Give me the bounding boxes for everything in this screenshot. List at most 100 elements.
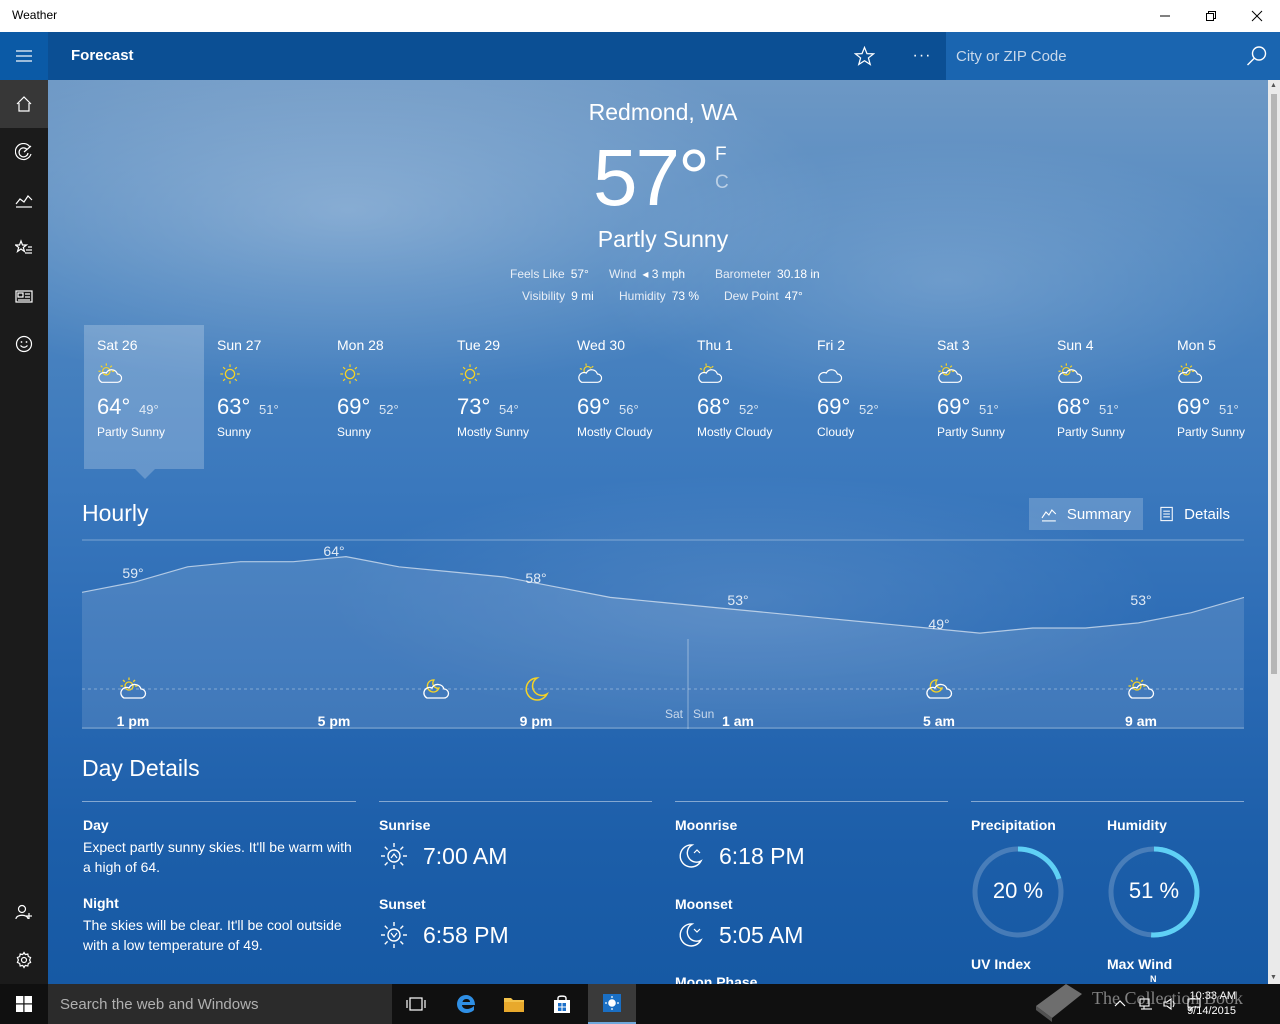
weather-app-button[interactable]	[588, 984, 636, 1024]
day-tile-5[interactable]: Thu 1 68° 52° Mostly Cloudy	[684, 325, 804, 469]
day-condition: Partly Sunny	[937, 425, 1006, 439]
summary-toggle[interactable]: Summary	[1029, 498, 1143, 530]
moonrise-label: Moonrise	[675, 817, 738, 833]
day-tile-3[interactable]: Tue 29 73° 54° Mostly Sunny	[444, 325, 564, 469]
day-high: 69°	[337, 394, 371, 419]
watermark: The Collection Book	[1030, 976, 1270, 1024]
nav-news[interactable]	[0, 272, 48, 320]
unit-fahrenheit-toggle[interactable]: F	[715, 144, 727, 166]
sun-icon	[603, 994, 621, 1012]
day-details-title: Day Details	[82, 755, 200, 781]
search-input[interactable]	[956, 44, 1236, 68]
star-list-icon	[15, 239, 32, 254]
divider	[971, 801, 1244, 802]
day-low: 52°	[739, 402, 759, 417]
divider	[82, 801, 356, 802]
day-tile-8[interactable]: Sun 4 68° 51° Partly Sunny	[1044, 325, 1164, 469]
day-low: 51°	[1219, 402, 1239, 417]
moonset-label: Moonset	[675, 896, 733, 912]
day-name: Wed 30	[577, 337, 625, 353]
day-tile-2[interactable]: Mon 28 69° 52° Sunny	[324, 325, 444, 469]
location-name: Redmond, WA	[588, 99, 738, 125]
day-tile-0[interactable]: Sat 26 64° 49° Partly Sunny	[84, 325, 204, 469]
more-button[interactable]: ···	[906, 44, 938, 68]
edge-icon	[457, 995, 475, 1013]
day-high: 68°	[1057, 394, 1091, 419]
scroll-up-arrow-icon[interactable]: ▲	[1270, 82, 1278, 90]
nav-life[interactable]	[0, 320, 48, 368]
taskbar-search-input[interactable]	[60, 994, 380, 1014]
scrollbar-thumb[interactable]	[1271, 94, 1277, 674]
hamburger-button[interactable]	[0, 32, 48, 80]
day-condition: Cloudy	[817, 425, 855, 439]
edge-app-button[interactable]	[442, 984, 490, 1024]
hourly-title: Hourly	[82, 500, 149, 526]
nav-historical[interactable]	[0, 176, 48, 224]
day-name: Mon 5	[1177, 337, 1216, 353]
stat-barometer: Barometer 30.18 in	[715, 267, 820, 281]
partly-sunny-icon	[1177, 362, 1203, 386]
nav-maps[interactable]	[0, 128, 48, 176]
app-header: Forecast ···	[48, 32, 1280, 80]
day-tile-9[interactable]: Mon 5 69° 51° Partly Sunny	[1164, 325, 1268, 469]
day-tile-4[interactable]: Wed 30 69° 56° Mostly Cloudy	[564, 325, 684, 469]
day-name: Sat 26	[97, 337, 138, 353]
restore-icon	[1206, 11, 1216, 21]
day-condition: Mostly Cloudy	[697, 425, 773, 439]
divider	[379, 801, 652, 802]
minimize-button[interactable]	[1142, 0, 1188, 32]
scrollbar[interactable]: ▲ ▼	[1268, 80, 1280, 984]
divider	[675, 801, 948, 802]
day-text: Expect partly sunny skies. It'll be warm…	[83, 839, 352, 875]
account-button[interactable]	[0, 888, 48, 936]
sunset-label: Sunset	[379, 896, 426, 912]
sunset-icon	[381, 922, 407, 948]
day-high: 69°	[1177, 394, 1211, 419]
folder-icon	[504, 998, 524, 1012]
scroll-down-arrow-icon[interactable]: ▼	[1270, 974, 1278, 982]
favorite-button[interactable]	[848, 44, 880, 68]
hourly-time-label: 9 am	[1125, 713, 1157, 729]
day-high: 73°	[457, 394, 491, 419]
search-icon[interactable]	[1246, 45, 1268, 67]
current-condition: Partly Sunny	[597, 226, 729, 252]
details-toggle[interactable]: Details	[1147, 498, 1242, 530]
day-tile-6[interactable]: Fri 2 69° 52° Cloudy	[804, 325, 924, 469]
mostly-cloudy-icon	[697, 362, 723, 386]
star-icon	[853, 45, 875, 66]
unit-celsius-toggle[interactable]: C	[715, 172, 729, 194]
nav-places[interactable]	[0, 224, 48, 272]
task-view-icon	[406, 997, 426, 1011]
day-name: Mon 28	[337, 337, 384, 353]
close-button[interactable]	[1234, 0, 1280, 32]
day-condition: Mostly Cloudy	[577, 425, 653, 439]
day-tile-1[interactable]: Sun 27 63° 51° Sunny	[204, 325, 324, 469]
store-app-button[interactable]	[538, 984, 586, 1024]
day-high: 69°	[817, 394, 851, 419]
day-tile-7[interactable]: Sat 3 69° 51° Partly Sunny	[924, 325, 1044, 469]
minimize-icon	[1160, 15, 1170, 17]
night-label: Night	[83, 895, 119, 911]
person-add-icon	[15, 904, 32, 920]
forecast-content: Redmond, WA 57° F C Partly Sunny Feels L…	[48, 80, 1268, 984]
file-explorer-button[interactable]	[490, 984, 538, 1024]
settings-button[interactable]	[0, 936, 48, 984]
hourly-time-label: 9 pm	[519, 713, 553, 729]
restore-button[interactable]	[1188, 0, 1234, 32]
moonrise-icon	[679, 844, 703, 868]
title-bar: Weather	[0, 0, 1280, 32]
window-title: Weather	[12, 8, 58, 22]
start-button[interactable]	[0, 984, 48, 1024]
task-view-button[interactable]	[392, 984, 440, 1024]
nav-forecast[interactable]	[0, 80, 48, 128]
chart-icon	[15, 195, 33, 208]
day-name: Tue 29	[457, 337, 501, 353]
page-title: Forecast	[71, 47, 134, 64]
hamburger-icon	[16, 50, 32, 62]
day-high: 69°	[937, 394, 971, 419]
night-text: The skies will be clear. It'll be cool o…	[83, 917, 342, 953]
hourly-temp-label: 49°	[928, 616, 949, 632]
moonset-time: 5:05 AM	[719, 922, 804, 948]
chart-icon	[1041, 509, 1057, 522]
hourly-chart: 59°64°58°53°49°53°Sat Sun	[82, 539, 1244, 729]
